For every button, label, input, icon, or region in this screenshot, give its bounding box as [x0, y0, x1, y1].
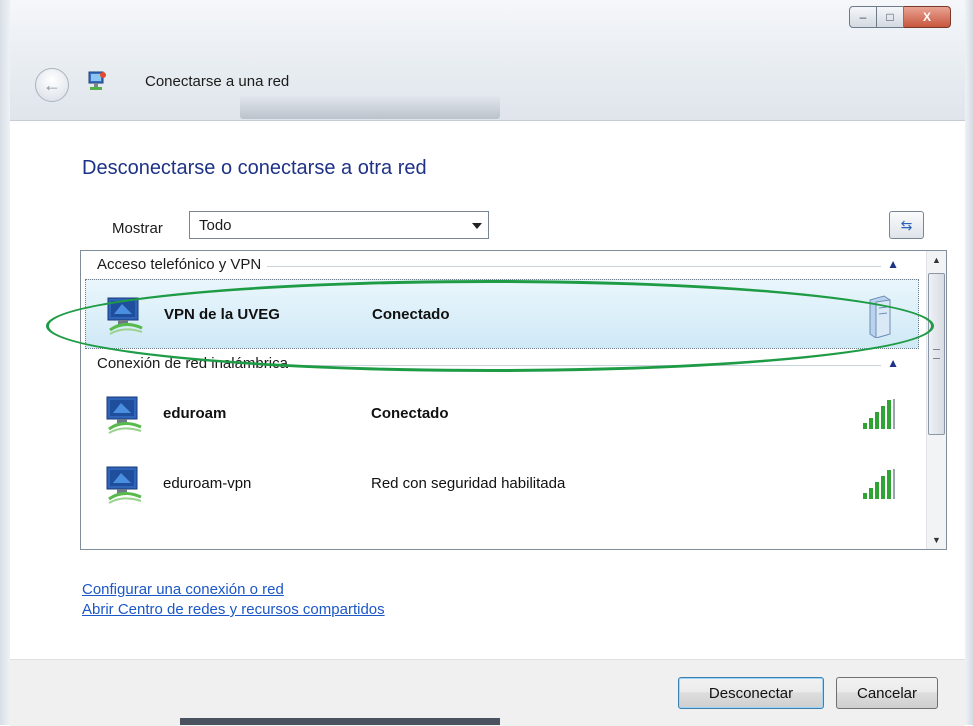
scroll-down-arrow-icon[interactable]: ▼: [932, 535, 941, 545]
glass-reflection: [240, 95, 500, 119]
signal-strength-icon: [863, 399, 895, 429]
disconnect-button[interactable]: Desconectar: [678, 677, 824, 709]
network-center-link[interactable]: Abrir Centro de redes y recursos compart…: [82, 601, 385, 618]
list-scrollbar[interactable]: ▲ ▼: [926, 251, 946, 549]
title-bar: – □ X ← Conectarse a una red: [10, 0, 965, 121]
back-arrow-icon: ←: [43, 74, 61, 95]
window-frame-right: [964, 0, 973, 725]
show-filter-label: Mostrar: [112, 220, 163, 237]
group-header-dialup-vpn[interactable]: Acceso telefónico y VPN ▲: [81, 255, 921, 277]
wireless-connection-icon: [106, 466, 142, 504]
group-label: Acceso telefónico y VPN: [97, 256, 268, 273]
chevron-down-icon: [472, 223, 482, 229]
taskbar-edge: [180, 718, 500, 725]
dialog-content: Desconectarse o conectarse a otra red Mo…: [10, 121, 965, 659]
vpn-connection-icon: [107, 297, 143, 335]
dialog-footer: Desconectar Cancelar: [10, 659, 965, 726]
setup-connection-link[interactable]: Configurar una conexión o red: [82, 581, 284, 598]
group-header-wireless[interactable]: Conexión de red inalámbrica ▲: [81, 354, 921, 376]
network-item-eduroam-vpn[interactable]: eduroam-vpn Red con seguridad habilitada: [85, 449, 919, 519]
page-title: Desconectarse o conectarse a otra red: [82, 157, 427, 179]
scroll-up-arrow-icon[interactable]: ▲: [932, 255, 941, 265]
refresh-button[interactable]: ⇆: [889, 211, 924, 239]
vpn-server-icon: [869, 295, 891, 338]
group-label: Conexión de red inalámbrica: [97, 355, 294, 372]
signal-strength-icon: [863, 469, 895, 499]
connect-network-dialog: – □ X ← Conectarse a una red Desconectar…: [0, 0, 973, 726]
collapse-chevron-icon[interactable]: ▲: [887, 257, 899, 271]
cancel-button[interactable]: Cancelar: [836, 677, 938, 709]
maximize-button[interactable]: □: [877, 6, 904, 28]
minimize-button[interactable]: –: [849, 6, 877, 28]
wireless-connection-icon: [106, 396, 142, 434]
back-button[interactable]: ←: [35, 68, 69, 102]
scrollbar-grip: [933, 349, 940, 359]
network-wizard-icon: [88, 71, 106, 90]
show-filter-select[interactable]: Todo: [189, 211, 489, 239]
close-button[interactable]: X: [904, 6, 951, 28]
network-name: eduroam-vpn: [163, 475, 252, 492]
network-name: VPN de la UVEG: [164, 306, 280, 323]
collapse-chevron-icon[interactable]: ▲: [887, 356, 899, 370]
scrollbar-thumb[interactable]: [928, 273, 945, 435]
network-status: Red con seguridad habilitada: [371, 475, 566, 492]
network-status: Conectado: [372, 306, 450, 323]
network-name: eduroam: [163, 405, 227, 422]
refresh-icon: ⇆: [900, 216, 913, 233]
network-item-vpn-uveg[interactable]: VPN de la UVEG Conectado: [85, 279, 919, 349]
network-item-eduroam[interactable]: eduroam Conectado: [85, 379, 919, 449]
window-title: Conectarse a una red: [145, 73, 290, 90]
window-controls: – □ X: [849, 6, 951, 28]
show-filter-value: Todo: [199, 217, 232, 234]
network-status: Conectado: [371, 405, 449, 422]
network-list[interactable]: Acceso telefónico y VPN ▲ VPN de la UVEG…: [80, 250, 947, 550]
